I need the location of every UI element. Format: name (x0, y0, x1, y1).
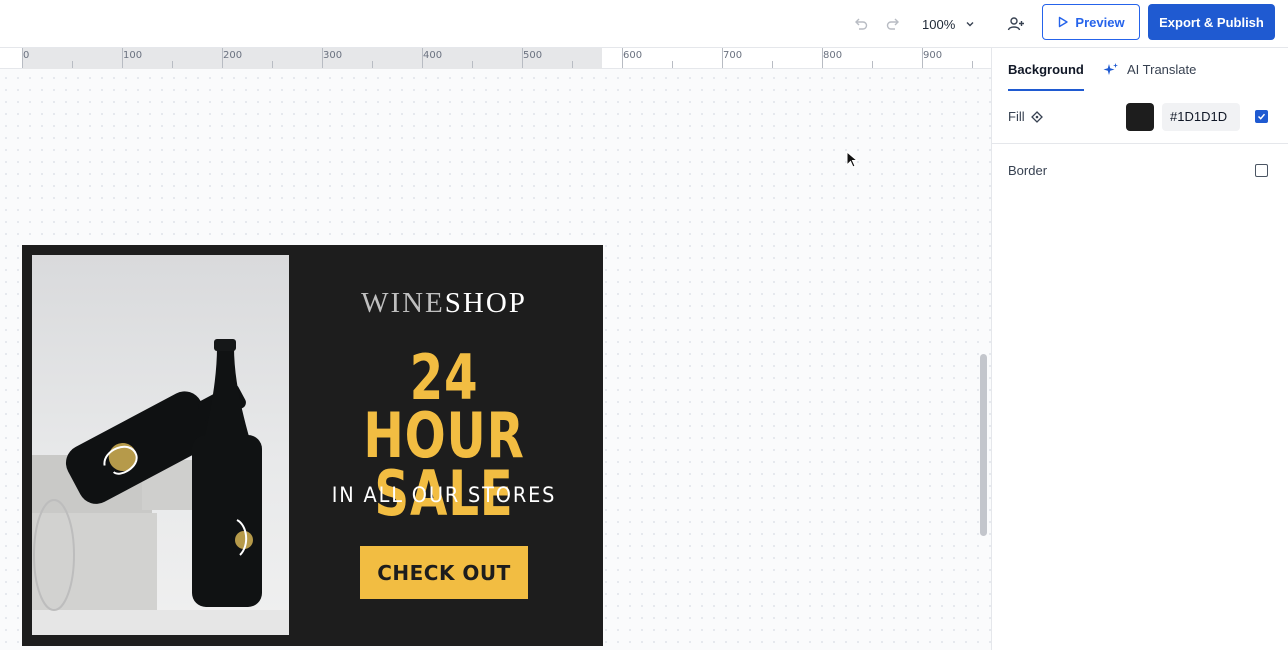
ruler-label: 600 (623, 50, 643, 61)
headline-line1: 24 HOUR (363, 341, 525, 472)
horizontal-ruler: 0 100 200 300 400 500 600 700 800 900 (0, 48, 991, 69)
fill-hex-input[interactable]: #1D1D1D (1162, 103, 1240, 131)
border-row-label: Border (1008, 163, 1047, 178)
ruler-minor-tick (272, 61, 273, 68)
fill-color-swatch[interactable] (1126, 103, 1154, 131)
brand-wine-text: WINE (361, 287, 445, 319)
top-toolbar: 100% Preview Export & Publish (0, 0, 1288, 48)
export-publish-button[interactable]: Export & Publish (1148, 4, 1275, 40)
ruler-minor-tick (372, 61, 373, 68)
check-out-button[interactable]: CHECK OUT (360, 546, 528, 599)
tab-ai-translate[interactable]: AI Translate (1103, 62, 1196, 90)
ruler-label: 200 (223, 50, 243, 61)
ruler-major-tick (822, 48, 823, 68)
zoom-dropdown[interactable]: 100% (922, 10, 975, 38)
fill-enabled-checkbox[interactable] (1255, 110, 1268, 123)
stores-subline[interactable]: IN ALL OUR STORES (323, 483, 566, 507)
ruler-major-tick (522, 48, 523, 68)
vertical-scrollbar[interactable] (980, 354, 987, 536)
border-label: Border (1008, 163, 1048, 178)
checkmark-icon (1257, 113, 1266, 120)
chevron-down-icon (966, 22, 974, 27)
ruler-minor-tick (972, 61, 973, 68)
preview-button[interactable]: Preview (1042, 4, 1140, 40)
brand-logo[interactable]: WINESHOP (312, 287, 576, 320)
wine-bottles-photo[interactable] (32, 255, 289, 635)
ruler-minor-tick (772, 61, 773, 68)
ruler-label: 400 (423, 50, 443, 61)
ruler-major-tick (22, 48, 23, 68)
ruler-label: 900 (923, 50, 943, 61)
redo-icon[interactable] (881, 12, 905, 36)
fill-label: Fill (1008, 109, 1025, 124)
preview-label: Preview (1075, 14, 1125, 30)
panel-divider (992, 143, 1288, 144)
ruler-minor-tick (672, 61, 673, 68)
mouse-cursor-icon (846, 151, 859, 168)
undo-icon[interactable] (849, 12, 873, 36)
add-user-icon[interactable] (1004, 12, 1028, 36)
ruler-label: 800 (823, 50, 843, 61)
wine-shop-banner[interactable]: WINESHOP 24 HOUR SALE IN ALL OUR STORES … (22, 245, 603, 646)
ruler-minor-tick (72, 61, 73, 68)
ai-translate-label: AI Translate (1127, 62, 1197, 77)
ruler-major-tick (122, 48, 123, 68)
sparkle-icon (1103, 63, 1118, 75)
ruler-label: 700 (723, 50, 743, 61)
diamond-icon[interactable] (1030, 110, 1043, 123)
zoom-value: 100% (922, 16, 956, 32)
ruler-major-tick (622, 48, 623, 68)
fill-row-label: Fill (1008, 109, 1043, 124)
ruler-major-tick (722, 48, 723, 68)
ruler-label: 500 (523, 50, 543, 61)
properties-panel: Background AI Translate Fill #1D1D1D Bor… (991, 48, 1288, 650)
ruler-minor-tick (172, 61, 173, 68)
design-canvas[interactable]: 0 100 200 300 400 500 600 700 800 900 WI… (0, 48, 991, 650)
ruler-major-tick (322, 48, 323, 68)
ruler-major-tick (922, 48, 923, 68)
ruler-major-tick (422, 48, 423, 68)
ruler-label: 100 (123, 50, 143, 61)
border-enabled-checkbox[interactable] (1255, 164, 1268, 177)
export-label: Export & Publish (1159, 14, 1264, 30)
ruler-minor-tick (472, 61, 473, 68)
ruler-minor-tick (572, 61, 573, 68)
ruler-label: 0 (23, 50, 30, 61)
tab-background[interactable]: Background (1008, 62, 1084, 91)
ruler-selection-highlight (22, 48, 602, 69)
ruler-major-tick (222, 48, 223, 68)
ruler-label: 300 (323, 50, 343, 61)
ruler-minor-tick (872, 61, 873, 68)
brand-shop-text: SHOP (444, 287, 527, 319)
play-icon (1059, 16, 1069, 28)
